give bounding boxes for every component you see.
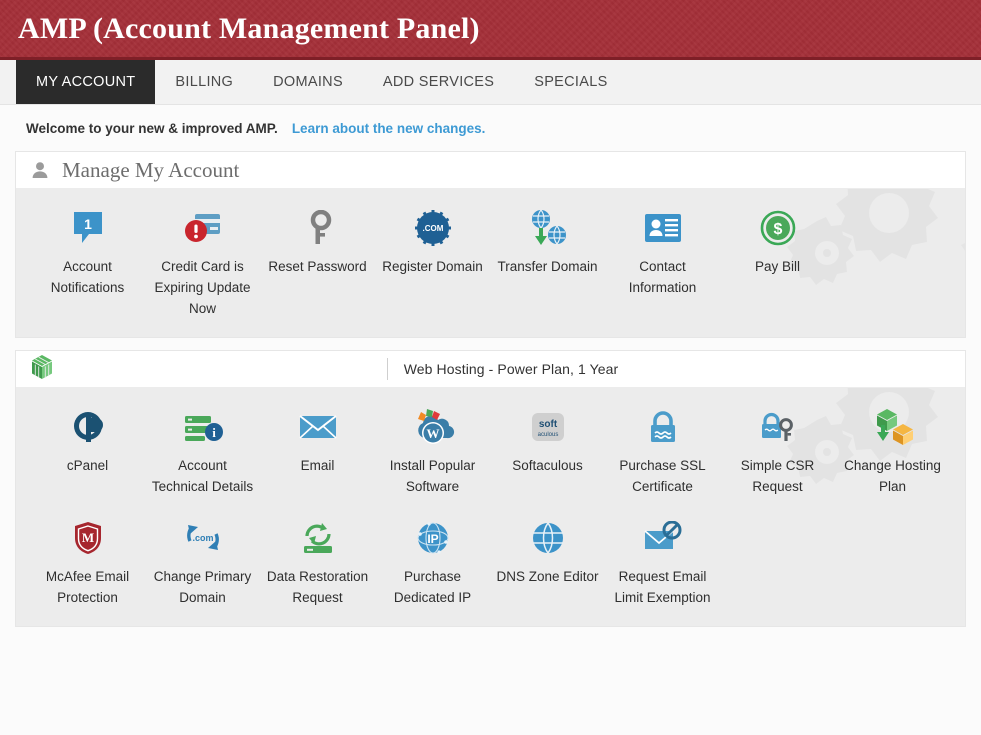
tile-label: Account Technical Details xyxy=(151,458,254,494)
padlock-key-icon xyxy=(758,406,798,448)
svg-text:IP: IP xyxy=(427,532,438,546)
person-icon xyxy=(30,160,50,180)
main-navigation: MY ACCOUNT BILLING DOMAINS ADD SERVICES … xyxy=(0,60,981,105)
tile-label: Data Restoration Request xyxy=(266,569,369,605)
key-icon xyxy=(301,207,335,249)
svg-text:soft: soft xyxy=(538,419,557,430)
notification-bubble-icon: 1 xyxy=(70,207,106,249)
blocked-email-icon xyxy=(643,517,683,559)
tile-label: Softaculous xyxy=(512,458,583,473)
dollar-coin-icon: $ xyxy=(760,207,796,249)
tile-softaculous[interactable]: soft aculous Softaculous xyxy=(490,402,605,497)
cpanel-logo-icon xyxy=(70,406,106,448)
svg-text:$: $ xyxy=(773,221,782,238)
svg-text:1: 1 xyxy=(84,216,92,232)
tab-add-services[interactable]: ADD SERVICES xyxy=(363,60,514,104)
server-info-icon: i xyxy=(182,406,224,448)
tile-label: Account Notifications xyxy=(50,259,125,295)
tile-register-domain[interactable]: .COM Register Domain xyxy=(375,203,490,319)
hosting-panel-body: cPanel i Account Technical Details Email… xyxy=(16,388,965,626)
globe-icon xyxy=(531,517,565,559)
tile-pay-bill[interactable]: $ Pay Bill xyxy=(720,203,835,319)
tile-purchase-dedicated-ip[interactable]: IP Purchase Dedicated IP xyxy=(375,513,490,608)
tile-label: Reset Password xyxy=(268,259,367,274)
wordpress-cloud-icon: W xyxy=(411,406,455,448)
site-header: AMP (Account Management Panel) xyxy=(0,0,981,60)
padlock-icon xyxy=(646,406,680,448)
tile-label: Purchase SSL Certificate xyxy=(619,458,706,494)
transfer-domain-icon xyxy=(528,207,568,249)
tile-contact-information[interactable]: Contact Information xyxy=(605,203,720,319)
tile-label: Request Email Limit Exemption xyxy=(614,569,711,605)
green-cube-icon xyxy=(30,354,54,385)
tab-domains[interactable]: DOMAINS xyxy=(253,60,363,104)
tile-cpanel[interactable]: cPanel xyxy=(30,402,145,497)
tile-request-email-limit-exemption[interactable]: Request Email Limit Exemption xyxy=(605,513,720,608)
tile-label: DNS Zone Editor xyxy=(496,569,599,584)
tile-label: Install Popular Software xyxy=(389,458,476,494)
tile-simple-csr-request[interactable]: Simple CSR Request xyxy=(720,402,835,497)
tile-data-restoration-request[interactable]: Data Restoration Request xyxy=(260,513,375,608)
tile-label: Change Primary Domain xyxy=(153,569,252,605)
tile-credit-card-expiring[interactable]: Credit Card is Expiring Update Now xyxy=(145,203,260,319)
refresh-domain-icon: .com xyxy=(184,517,222,559)
dot-com-badge-icon: .COM xyxy=(414,207,451,249)
hosting-plan-label: Web Hosting - Power Plan, 1 Year xyxy=(403,361,619,377)
manage-account-panel: Manage My Account 1 Account Notification… xyxy=(15,151,966,338)
svg-text:W: W xyxy=(426,426,439,441)
tile-purchase-ssl-certificate[interactable]: Purchase SSL Certificate xyxy=(605,402,720,497)
tile-label: Simple CSR Request xyxy=(740,458,815,494)
tile-change-primary-domain[interactable]: .com Change Primary Domain xyxy=(145,513,260,608)
tile-label: Email xyxy=(300,458,335,473)
header-divider xyxy=(386,358,388,380)
svg-text:.com: .com xyxy=(192,533,213,543)
manage-account-body: 1 Account Notifications Credit Card is E… xyxy=(16,189,965,337)
welcome-message: Welcome to your new & improved AMP. xyxy=(26,120,278,136)
manage-account-title: Manage My Account xyxy=(62,157,240,182)
tile-label: Transfer Domain xyxy=(497,259,598,274)
account-tiles-row: 1 Account Notifications Credit Card is E… xyxy=(16,203,965,319)
svg-text:.COM: .COM xyxy=(422,224,443,233)
tile-account-notifications[interactable]: 1 Account Notifications xyxy=(30,203,145,319)
hosting-panel-header: Web Hosting - Power Plan, 1 Year xyxy=(16,351,965,388)
tab-specials[interactable]: SPECIALS xyxy=(514,60,627,104)
restore-server-icon xyxy=(299,517,337,559)
tile-label: Purchase Dedicated IP xyxy=(393,569,472,605)
manage-account-header: Manage My Account xyxy=(16,152,965,189)
tile-account-technical-details[interactable]: i Account Technical Details xyxy=(145,402,260,497)
learn-changes-link[interactable]: Learn about the new changes. xyxy=(292,121,486,136)
softaculous-icon: soft aculous xyxy=(530,406,566,448)
hosting-tiles-row-2: M McAfee Email Protection .com Change Pr… xyxy=(16,513,965,608)
tile-label: Contact Information xyxy=(628,259,697,295)
tile-label: McAfee Email Protection xyxy=(45,569,130,605)
tab-billing[interactable]: BILLING xyxy=(155,60,253,104)
tile-email[interactable]: Email xyxy=(260,402,375,497)
ip-globe-icon: IP xyxy=(415,517,451,559)
id-card-icon xyxy=(643,207,683,249)
tile-transfer-domain[interactable]: Transfer Domain xyxy=(490,203,605,319)
mcafee-shield-icon: M xyxy=(72,517,104,559)
credit-card-alert-icon xyxy=(183,207,223,249)
svg-text:M: M xyxy=(81,530,93,545)
tile-dns-zone-editor[interactable]: DNS Zone Editor xyxy=(490,513,605,608)
envelope-icon xyxy=(298,406,338,448)
welcome-banner: Welcome to your new & improved AMP. Lear… xyxy=(0,105,981,151)
tile-label: Credit Card is Expiring Update Now xyxy=(154,259,251,316)
tile-mcafee-email-protection[interactable]: M McAfee Email Protection xyxy=(30,513,145,608)
tile-label: Pay Bill xyxy=(754,259,800,274)
tile-label: cPanel xyxy=(66,458,109,473)
change-plan-cubes-icon xyxy=(871,406,915,448)
svg-text:aculous: aculous xyxy=(537,432,558,438)
tile-reset-password[interactable]: Reset Password xyxy=(260,203,375,319)
tile-change-hosting-plan[interactable]: Change Hosting Plan xyxy=(835,402,950,497)
svg-text:i: i xyxy=(212,425,216,440)
tile-label: Change Hosting Plan xyxy=(844,458,941,494)
page-title: AMP (Account Management Panel) xyxy=(18,11,480,45)
hosting-tiles-row-1: cPanel i Account Technical Details Email… xyxy=(16,402,965,497)
tile-label: Register Domain xyxy=(382,259,483,274)
tab-my-account[interactable]: MY ACCOUNT xyxy=(16,60,156,104)
hosting-panel: Web Hosting - Power Plan, 1 Year cPanel … xyxy=(15,350,966,627)
tile-install-popular-software[interactable]: W Install Popular Software xyxy=(375,402,490,497)
